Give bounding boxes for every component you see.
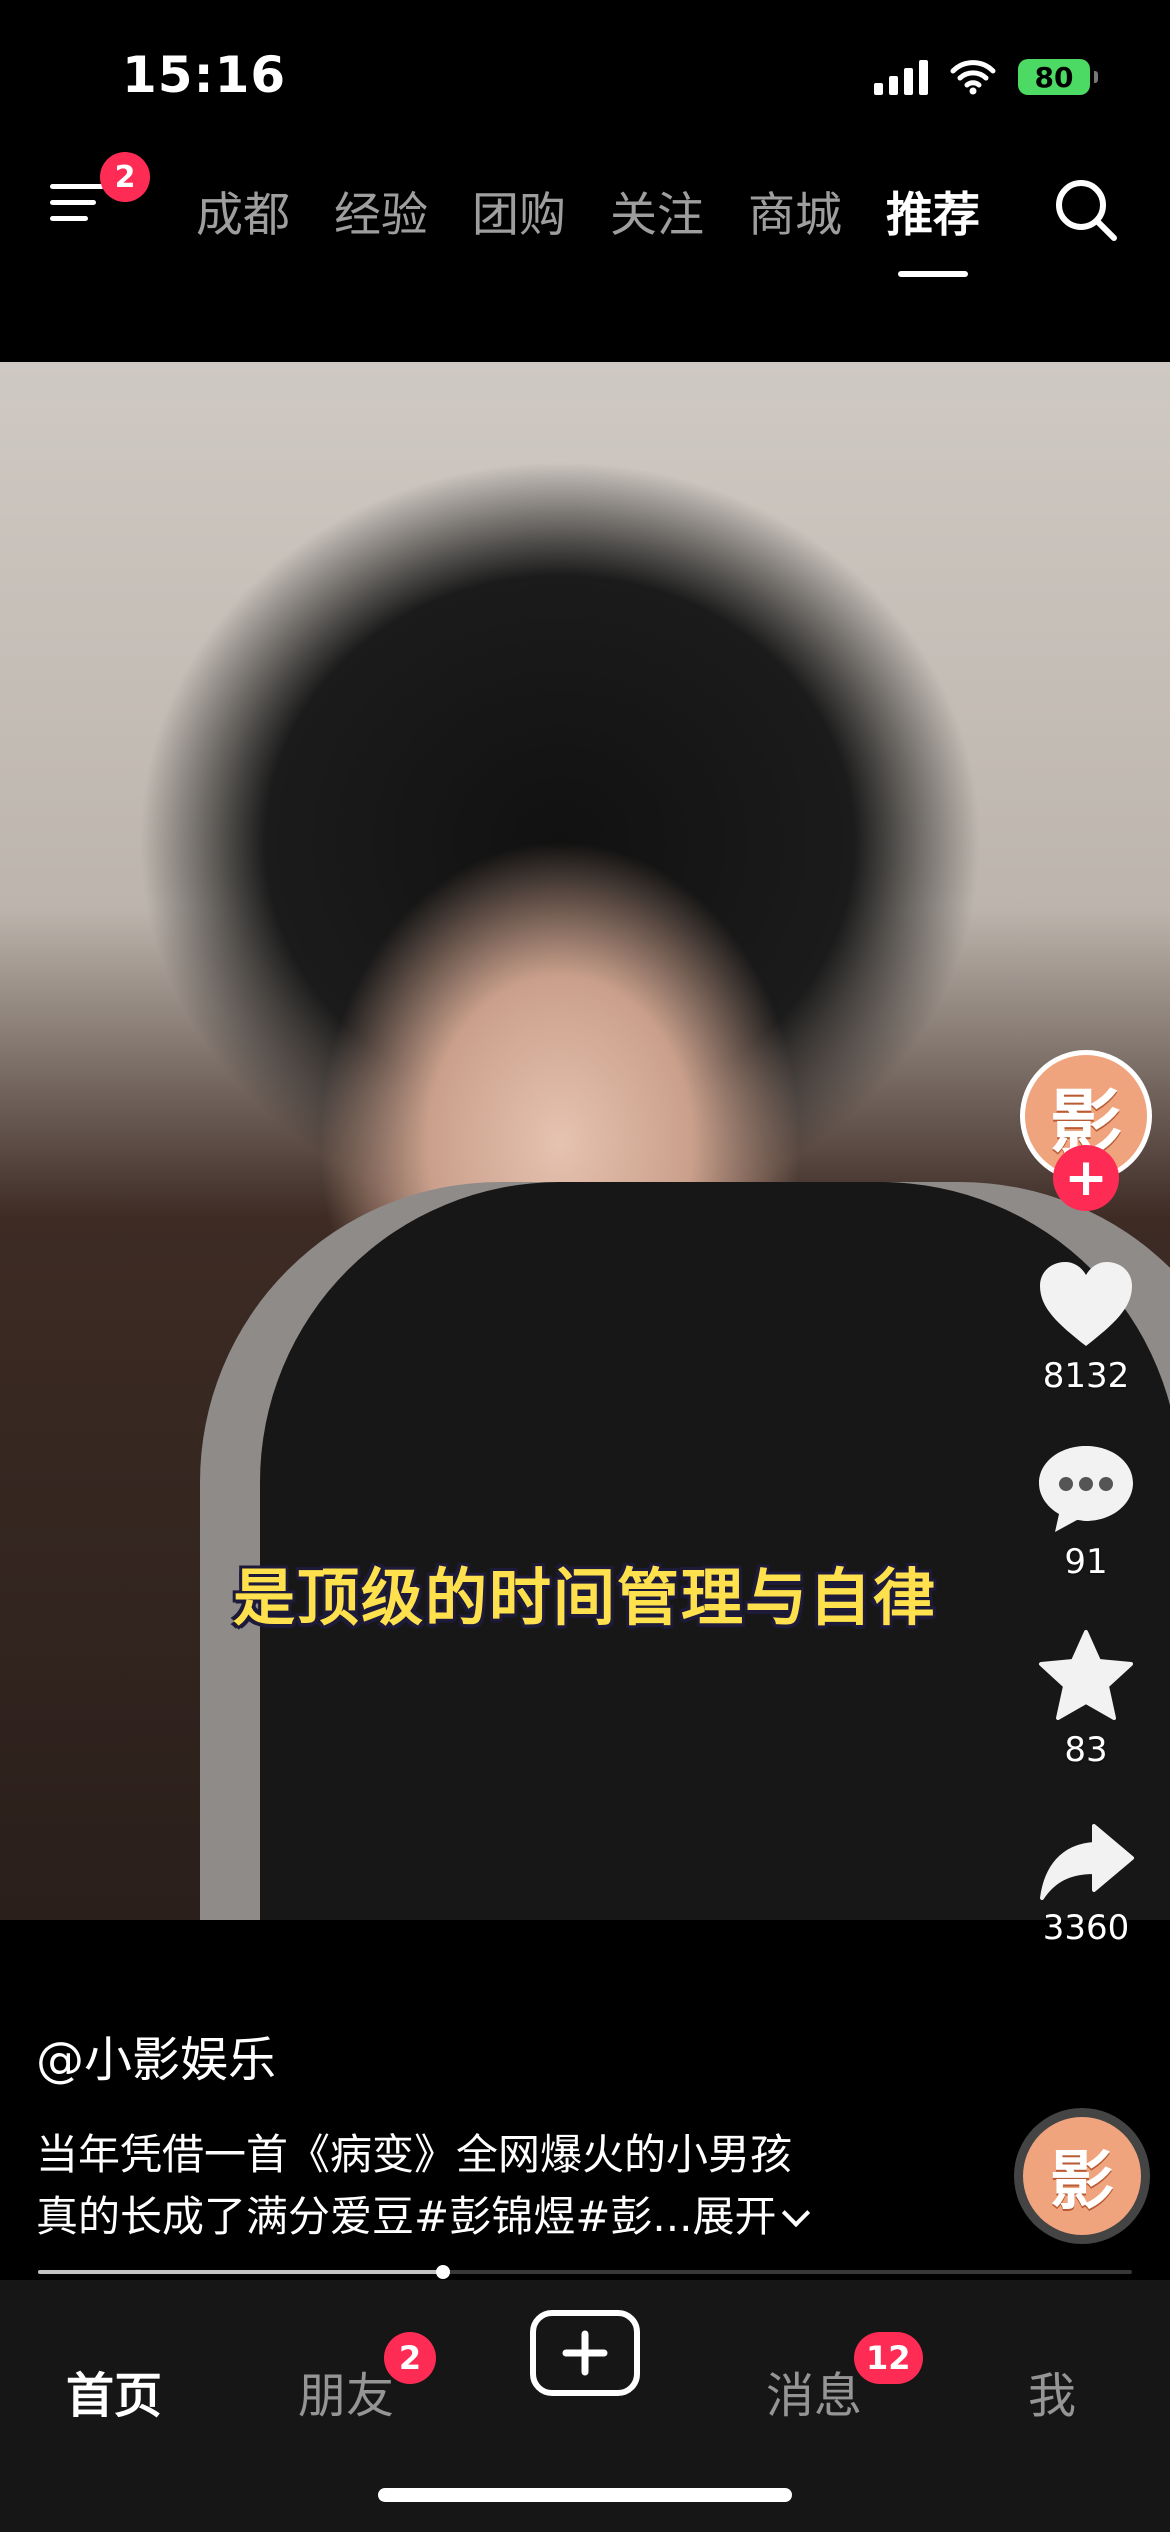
chevron-down-icon[interactable] [782, 2198, 811, 2228]
action-rail: 影 + 8132 91 83 3360 [1016, 1050, 1156, 1948]
favorite-action[interactable]: 83 [1036, 1628, 1136, 1770]
star-icon[interactable] [1036, 1628, 1136, 1724]
music-disc[interactable]: 影 [1014, 2108, 1150, 2244]
plus-icon [562, 2330, 608, 2376]
friends-badge: 2 [384, 2332, 436, 2384]
heart-icon[interactable] [1036, 1258, 1136, 1350]
messages-badge: 12 [854, 2332, 923, 2384]
share-action[interactable]: 3360 [1036, 1822, 1136, 1948]
cellular-signal-icon [874, 59, 928, 95]
status-time: 15:16 [122, 46, 287, 104]
caption-line-2: 真的长成了满分爱豆#彭锦煜#彭... [36, 2192, 693, 2241]
tab-chengdu[interactable]: 成都 [196, 176, 290, 245]
tab-experience[interactable]: 经验 [334, 176, 428, 245]
battery-icon: 80 [1018, 59, 1098, 95]
tab-following[interactable]: 关注 [610, 176, 704, 245]
status-icons: 80 [874, 54, 1098, 100]
nav-me[interactable]: 我 [1028, 2356, 1076, 2426]
author-name[interactable]: @小影娱乐 [36, 2020, 276, 2090]
comment-action[interactable]: 91 [1035, 1440, 1137, 1582]
comment-icon[interactable] [1035, 1440, 1137, 1536]
nav-messages[interactable]: 消息 [766, 2356, 862, 2426]
video-progress-bar[interactable] [38, 2265, 1132, 2279]
top-tabs: 成都 经验 团购 关注 商城 推荐 [196, 176, 980, 245]
share-count: 3360 [1042, 1908, 1130, 1948]
tab-group-buy[interactable]: 团购 [472, 176, 566, 245]
search-icon[interactable] [1052, 176, 1120, 244]
follow-plus-icon[interactable]: + [1053, 1145, 1119, 1211]
caption-line-1: 当年凭借一首《病变》全网爆火的小男孩 [36, 2130, 793, 2179]
like-action[interactable]: 8132 [1036, 1258, 1136, 1396]
comment-count: 91 [1064, 1542, 1108, 1582]
avatar[interactable]: 影 + [1020, 1050, 1152, 1211]
video-feed-screen: 15:16 80 2 成都 经验 团购 关注 商城 推荐 是顶级的时间管理与自律 [0, 0, 1170, 2532]
like-count: 8132 [1042, 1356, 1130, 1396]
progress-handle[interactable] [435, 2265, 450, 2279]
nav-home[interactable]: 首页 [66, 2356, 162, 2426]
menu-badge: 2 [100, 152, 150, 202]
progress-fill [38, 2270, 443, 2274]
expand-link[interactable]: 展开 [692, 2192, 776, 2241]
post-caption: 当年凭借一首《病变》全网爆火的小男孩 真的长成了满分爱豆#彭锦煜#彭...展开 [36, 2124, 956, 2248]
creator-avatar-item[interactable]: 影 + [1020, 1050, 1152, 1211]
create-button[interactable] [530, 2310, 640, 2396]
tab-recommended[interactable]: 推荐 [886, 176, 980, 245]
wifi-icon [950, 60, 996, 95]
music-disc-glyph: 影 [1023, 2117, 1141, 2235]
video-subtitle: 是顶级的时间管理与自律 [232, 1561, 937, 1634]
caption-line-2-wrapper: 真的长成了满分爱豆#彭锦煜#彭...展开 [36, 2186, 956, 2248]
favorite-count: 83 [1064, 1730, 1108, 1770]
share-arrow-icon[interactable] [1036, 1822, 1136, 1902]
video-player[interactable]: 是顶级的时间管理与自律 [0, 362, 1170, 1920]
tab-mall[interactable]: 商城 [748, 176, 842, 245]
home-indicator[interactable] [378, 2488, 792, 2502]
nav-friends[interactable]: 朋友 [298, 2356, 394, 2426]
